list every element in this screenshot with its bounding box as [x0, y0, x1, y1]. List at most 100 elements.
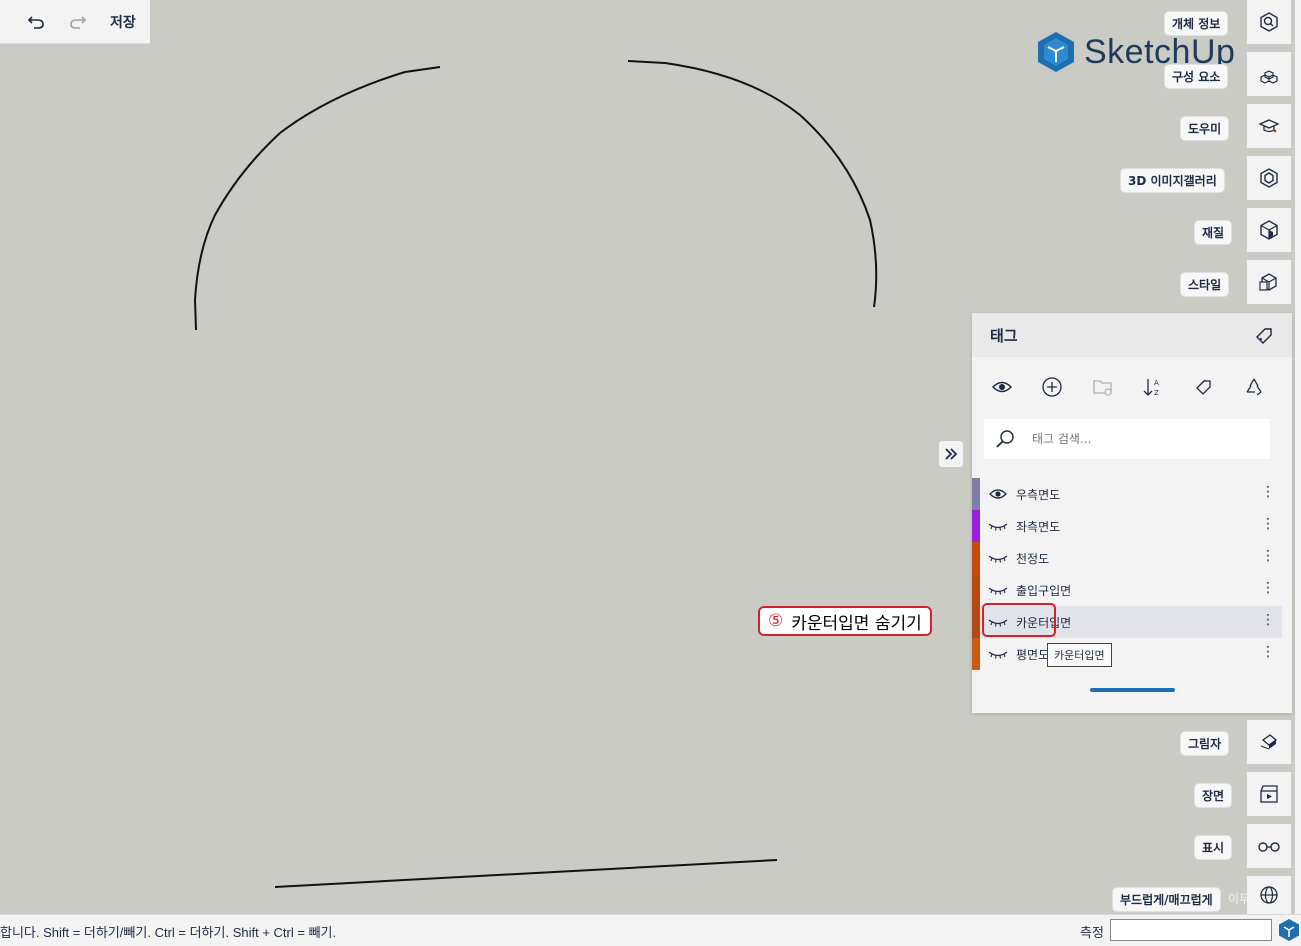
tag-name[interactable]: 출입구입면	[1016, 582, 1071, 599]
rail-label-3d-warehouse[interactable]: 3D 이미지갤러리	[1121, 169, 1224, 192]
tag-list: 우측면도 ⋮ 좌측면도 ⋮ 천정도 ⋮ 출입구입면 ⋮ 카운터입면 ⋮ 평면도 …	[972, 478, 1282, 670]
more-vertical-icon[interactable]: ⋮	[1261, 644, 1275, 660]
overlay-text: 이두	[1228, 892, 1251, 906]
status-hint: 합니다. Shift = 더하기/빼기. Ctrl = 더하기. Shift +…	[0, 925, 337, 940]
redo-icon[interactable]	[64, 8, 92, 36]
top-toolbar: 저장	[0, 0, 150, 44]
eye-closed-icon[interactable]	[986, 521, 1010, 531]
eye-closed-icon[interactable]	[986, 649, 1010, 659]
tags-panel-title: 태그	[990, 326, 1018, 345]
scenes-button[interactable]	[1247, 772, 1291, 816]
rail-label-soften[interactable]: 부드럽게/매끄럽게	[1113, 888, 1220, 911]
status-bar: 합니다. Shift = 더하기/빼기. Ctrl = 더하기. Shift +…	[0, 914, 1301, 946]
measure-input[interactable]	[1110, 919, 1272, 941]
tag-search[interactable]	[984, 419, 1270, 459]
tag-color-swatch[interactable]	[972, 542, 980, 574]
step-annotation: ⑤ 카운터입면 숨기기	[758, 606, 932, 636]
tags-toolbar: AZ	[988, 373, 1268, 401]
tag-row[interactable]: 평면도 ⋮	[972, 638, 1282, 670]
tag-row[interactable]: 좌측면도 ⋮	[972, 510, 1282, 542]
tag-row[interactable]: 우측면도 ⋮	[972, 478, 1282, 510]
eye-icon	[992, 381, 1012, 393]
tag-color-swatch[interactable]	[972, 478, 980, 510]
tags-panel-header: 태그	[972, 313, 1292, 357]
highlight-box	[982, 603, 1056, 637]
rail-label-scenes[interactable]: 장면	[1195, 784, 1232, 807]
tag-color-swatch[interactable]	[972, 510, 980, 542]
tooltip: 카운터입면	[1047, 643, 1112, 667]
recycle-icon	[1246, 378, 1262, 396]
rail-label-instructor[interactable]: 도우미	[1181, 117, 1229, 140]
instructor-button[interactable]	[1247, 104, 1291, 148]
measure-label: 측정	[1080, 926, 1104, 941]
materials-button[interactable]	[1247, 208, 1291, 252]
entity-info-button[interactable]	[1247, 0, 1291, 44]
sort-az-icon: AZ	[1143, 379, 1159, 397]
eye-closed-icon[interactable]	[986, 553, 1010, 563]
scenes-icon	[1260, 785, 1278, 803]
tag-name[interactable]: 평면도	[1016, 646, 1049, 663]
more-vertical-icon[interactable]: ⋮	[1261, 484, 1275, 500]
rail-label-materials[interactable]: 재질	[1195, 221, 1232, 244]
eye-closed-icon[interactable]	[986, 585, 1010, 595]
3d-warehouse-button[interactable]	[1247, 156, 1291, 200]
tag-icon[interactable]	[1254, 325, 1274, 345]
eye-icon[interactable]	[986, 488, 1010, 500]
sketchup-small-icon[interactable]	[1278, 918, 1300, 946]
more-vertical-icon[interactable]: ⋮	[1261, 548, 1275, 564]
display-button[interactable]	[1247, 824, 1291, 868]
add-tag-button[interactable]	[1038, 373, 1066, 401]
purge-button[interactable]	[1240, 373, 1268, 401]
arc-right[interactable]	[627, 60, 878, 308]
styles-button[interactable]	[1247, 260, 1291, 304]
step-number: ⑤	[768, 611, 784, 631]
glasses-icon	[1258, 842, 1280, 852]
more-vertical-icon[interactable]: ⋮	[1261, 612, 1275, 628]
rail-label-entity-info[interactable]: 개체 정보	[1165, 12, 1228, 35]
soften-button[interactable]	[1247, 876, 1291, 914]
components-button[interactable]	[1247, 52, 1291, 96]
add-folder-button[interactable]	[1089, 373, 1117, 401]
instructor-icon	[1258, 119, 1280, 133]
tag-row[interactable]: 출입구입면 ⋮	[972, 574, 1282, 606]
tag-color-swatch[interactable]	[972, 606, 980, 638]
entity-info-icon	[1260, 12, 1278, 32]
floor-line[interactable]	[274, 859, 778, 888]
panel-scrollbar[interactable]	[1090, 688, 1175, 692]
arc-left[interactable]	[193, 66, 441, 331]
rail-label-shadows[interactable]: 그림자	[1181, 732, 1229, 755]
tag-name[interactable]: 우측면도	[1016, 486, 1060, 503]
undo-icon[interactable]	[22, 8, 50, 36]
step-text: 카운터입면 숨기기	[791, 613, 922, 634]
svg-text:Z: Z	[1154, 389, 1159, 397]
tag-search-input[interactable]	[1030, 431, 1254, 447]
double-chevron-right-icon	[945, 448, 958, 460]
shadows-icon	[1260, 734, 1278, 750]
components-icon	[1260, 70, 1278, 84]
rail-label-styles[interactable]: 스타일	[1181, 273, 1229, 296]
color-tag-icon	[1195, 379, 1211, 395]
save-button[interactable]: 저장	[110, 12, 136, 32]
more-vertical-icon[interactable]: ⋮	[1261, 516, 1275, 532]
globe-icon	[1260, 886, 1278, 904]
tag-name[interactable]: 천정도	[1016, 550, 1049, 567]
collapse-panel-button[interactable]	[939, 441, 963, 467]
tag-row[interactable]: 천정도 ⋮	[972, 542, 1282, 574]
right-edge-bar	[1295, 0, 1301, 914]
search-icon	[996, 430, 1014, 448]
toggle-visibility-button[interactable]	[988, 373, 1016, 401]
rail-label-display[interactable]: 표시	[1195, 836, 1232, 859]
tag-color-swatch[interactable]	[972, 574, 980, 606]
color-by-tag-button[interactable]	[1190, 373, 1218, 401]
3d-warehouse-icon	[1260, 168, 1278, 188]
tag-color-swatch[interactable]	[972, 638, 980, 670]
rail-label-components[interactable]: 구성 요소	[1165, 65, 1228, 88]
tag-name[interactable]: 좌측면도	[1016, 518, 1060, 535]
materials-icon	[1260, 220, 1278, 240]
more-vertical-icon[interactable]: ⋮	[1261, 580, 1275, 596]
sort-button[interactable]: AZ	[1139, 373, 1167, 401]
add-circle-icon	[1042, 377, 1063, 397]
svg-text:A: A	[1154, 379, 1159, 387]
shadows-button[interactable]	[1247, 720, 1291, 764]
styles-icon	[1259, 273, 1277, 291]
